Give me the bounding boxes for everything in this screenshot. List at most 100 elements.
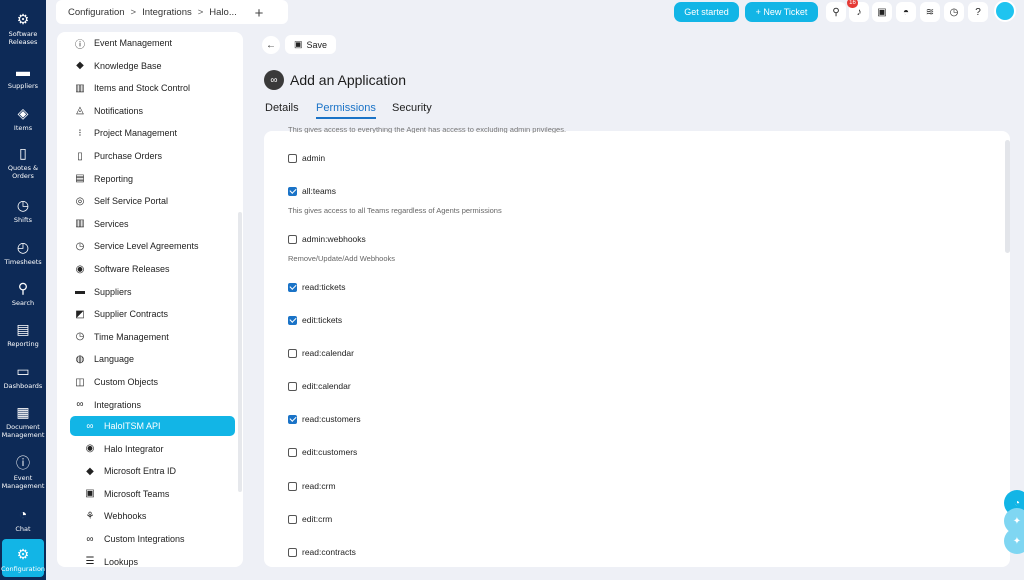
sidebar-item-purchase-orders[interactable]: ▯ Purchase Orders (57, 146, 243, 166)
permission-read-crm[interactable]: read:crm (288, 480, 336, 492)
tab-details[interactable]: Details (265, 102, 299, 114)
sidebar-subitem-custom-integrations[interactable]: ∞ Custom Integrations (57, 529, 243, 549)
rss-icon[interactable]: ≋ (920, 2, 940, 22)
rail-item-software-releases[interactable]: ⚙ Software Releases (0, 10, 46, 48)
sidebar-item-label: Notifications (94, 105, 144, 116)
permission-checkbox[interactable] (288, 381, 297, 391)
rail-item-document-management[interactable]: ▦ Document Management (0, 403, 46, 441)
permission-checkbox[interactable] (288, 414, 297, 424)
avatar[interactable] (994, 0, 1016, 22)
permission-all-teams[interactable]: all:teams (288, 185, 336, 197)
rail-item-timesheets[interactable]: ◴ Timesheets (0, 238, 46, 266)
portal-icon: ◎ (75, 195, 85, 207)
permission-label: edit:customers (302, 447, 358, 457)
rail-item-dashboards[interactable]: ▭ Dashboards (0, 362, 46, 390)
sidebar-item-services[interactable]: ▥ Services (57, 214, 243, 234)
sidebar-item-event-management[interactable]: ⓘ Event Management (57, 33, 243, 53)
sidebar-subitem-webhooks[interactable]: ⚘ Webhooks (57, 506, 243, 526)
database-icon: ☰ (85, 556, 95, 567)
sidebar-item-integrations[interactable]: ∞ Integrations (57, 395, 243, 415)
rail-item-configuration[interactable]: ⚙ Configuration (1, 539, 45, 577)
rail-item-label: Event Management (1, 474, 45, 490)
sidebar-item-software-releases[interactable]: ◉ Software Releases (57, 259, 243, 279)
permission-checkbox[interactable] (288, 447, 297, 457)
rail-item-shifts[interactable]: ◷ Shifts (0, 196, 46, 224)
rail-item-reporting[interactable]: ▤ Reporting (0, 320, 46, 348)
permissions-scrollbar[interactable] (1005, 140, 1010, 253)
breadcrumb-configuration[interactable]: Configuration (68, 7, 125, 18)
permission-checkbox[interactable] (288, 315, 297, 325)
permission-read-contracts[interactable]: read:contracts (288, 546, 356, 558)
permission-description: This gives access to all Teams regardles… (288, 206, 502, 215)
sidebar-item-time-management[interactable]: ◷ Time Management (57, 327, 243, 347)
permission-label: read:customers (302, 414, 361, 424)
permission-checkbox[interactable] (288, 547, 297, 557)
sidebar-item-suppliers[interactable]: ▬ Suppliers (57, 282, 243, 302)
permission-admin[interactable]: admin (288, 152, 325, 164)
sidebar-item-custom-objects[interactable]: ◫ Custom Objects (57, 372, 243, 392)
rail-item-quotes-orders[interactable]: ▯ Quotes & Orders (0, 144, 46, 182)
sidebar-subitem-microsoft-teams[interactable]: ▣ Microsoft Teams (57, 484, 243, 504)
sidebar-item-supplier-contracts[interactable]: ◩ Supplier Contracts (57, 304, 243, 324)
history-icon[interactable]: ◷ (944, 2, 964, 22)
sidebar-item-label: Custom Objects (94, 377, 159, 387)
permission-read-tickets[interactable]: read:tickets (288, 281, 345, 293)
permission-checkbox[interactable] (288, 481, 297, 491)
permission-read-calendar[interactable]: read:calendar (288, 347, 354, 359)
rail-item-label: Items (13, 124, 33, 132)
sidebar-item-service-level-agreements[interactable]: ◷ Service Level Agreements (57, 236, 243, 256)
search-icon[interactable]: ⚲ (826, 2, 846, 22)
back-button[interactable]: ← (262, 36, 280, 54)
permission-edit-calendar[interactable]: edit:calendar (288, 380, 351, 392)
permission-checkbox[interactable] (288, 514, 297, 524)
sidebar-subitem-label: Microsoft Teams (104, 488, 170, 499)
sidebar-item-knowledge-base[interactable]: ◆ Knowledge Base (57, 56, 243, 76)
permission-admin-webhooks[interactable]: admin:webhooks (288, 233, 366, 245)
sidebar-item-self-service-portal[interactable]: ◎ Self Service Portal (57, 191, 243, 211)
sidebar-subitem-haloitsm-api[interactable]: ∞ HaloITSM API (70, 416, 235, 436)
save-button[interactable]: ▣ Save (285, 35, 336, 54)
dashboard-icon[interactable]: ◓ (896, 2, 916, 22)
sidebar-subitem-lookups[interactable]: ☰ Lookups (57, 552, 243, 567)
sidebar-item-reporting[interactable]: ▤ Reporting (57, 169, 243, 189)
tab-permissions[interactable]: Permissions (316, 102, 376, 119)
report-icon: ▤ (16, 321, 30, 337)
permission-checkbox[interactable] (288, 186, 297, 196)
new-tab-button[interactable]: + (250, 4, 268, 22)
breadcrumb-current[interactable]: Halo... (209, 7, 236, 18)
rail-item-label: Reporting (7, 340, 39, 348)
rail-item-suppliers[interactable]: ▬ Suppliers (0, 62, 46, 90)
rail-item-search[interactable]: ⚲ Search (0, 279, 46, 307)
new-ticket-button[interactable]: + New Ticket (745, 2, 818, 22)
rail-item-event-management[interactable]: ⓘ Event Management (0, 454, 46, 492)
sidebar-item-language[interactable]: ◍ Language (57, 349, 243, 369)
ai-assist-icon[interactable]: ✦ (1004, 528, 1024, 554)
sidebar-item-label: Software Releases (94, 264, 170, 274)
help-icon[interactable]: ? (968, 2, 988, 22)
permission-checkbox[interactable] (288, 348, 297, 358)
sidebar-item-label: Integrations (94, 399, 142, 410)
permission-checkbox[interactable] (288, 153, 297, 163)
permission-edit-customers[interactable]: edit:customers (288, 446, 357, 458)
sidebar-subitem-microsoft-entra-id[interactable]: ◆ Microsoft Entra ID (57, 461, 243, 481)
sidebar-item-project-management[interactable]: ⁝ Project Management (57, 123, 243, 143)
chat-icon: ◔ (18, 506, 28, 522)
permission-read-customers[interactable]: read:customers (288, 413, 361, 425)
permission-checkbox[interactable] (288, 234, 297, 244)
tab-security[interactable]: Security (392, 102, 432, 114)
halo-integrator-icon: ◉ (85, 443, 95, 455)
sidebar-item-label: Knowledge Base (94, 60, 162, 71)
breadcrumb-integrations[interactable]: Integrations (142, 7, 192, 18)
rail-item-chat[interactable]: ◔ Chat (0, 505, 46, 533)
sidebar-item-items-and-stock-control[interactable]: ▥ Items and Stock Control (57, 78, 243, 98)
sidebar-item-notifications[interactable]: ◬ Notifications (57, 101, 243, 121)
monitor-icon: ▭ (16, 363, 30, 379)
rail-item-items[interactable]: ◈ Items (0, 104, 46, 132)
permission-checkbox[interactable] (288, 282, 297, 292)
get-started-button[interactable]: Get started (674, 2, 739, 22)
permission-edit-crm[interactable]: edit:crm (288, 513, 332, 525)
permission-edit-tickets[interactable]: edit:tickets (288, 314, 342, 326)
clipboard-icon[interactable]: ▣ (872, 2, 892, 22)
link-icon: ∞ (76, 399, 84, 411)
sidebar-subitem-halo-integrator[interactable]: ◉ Halo Integrator (57, 439, 243, 459)
